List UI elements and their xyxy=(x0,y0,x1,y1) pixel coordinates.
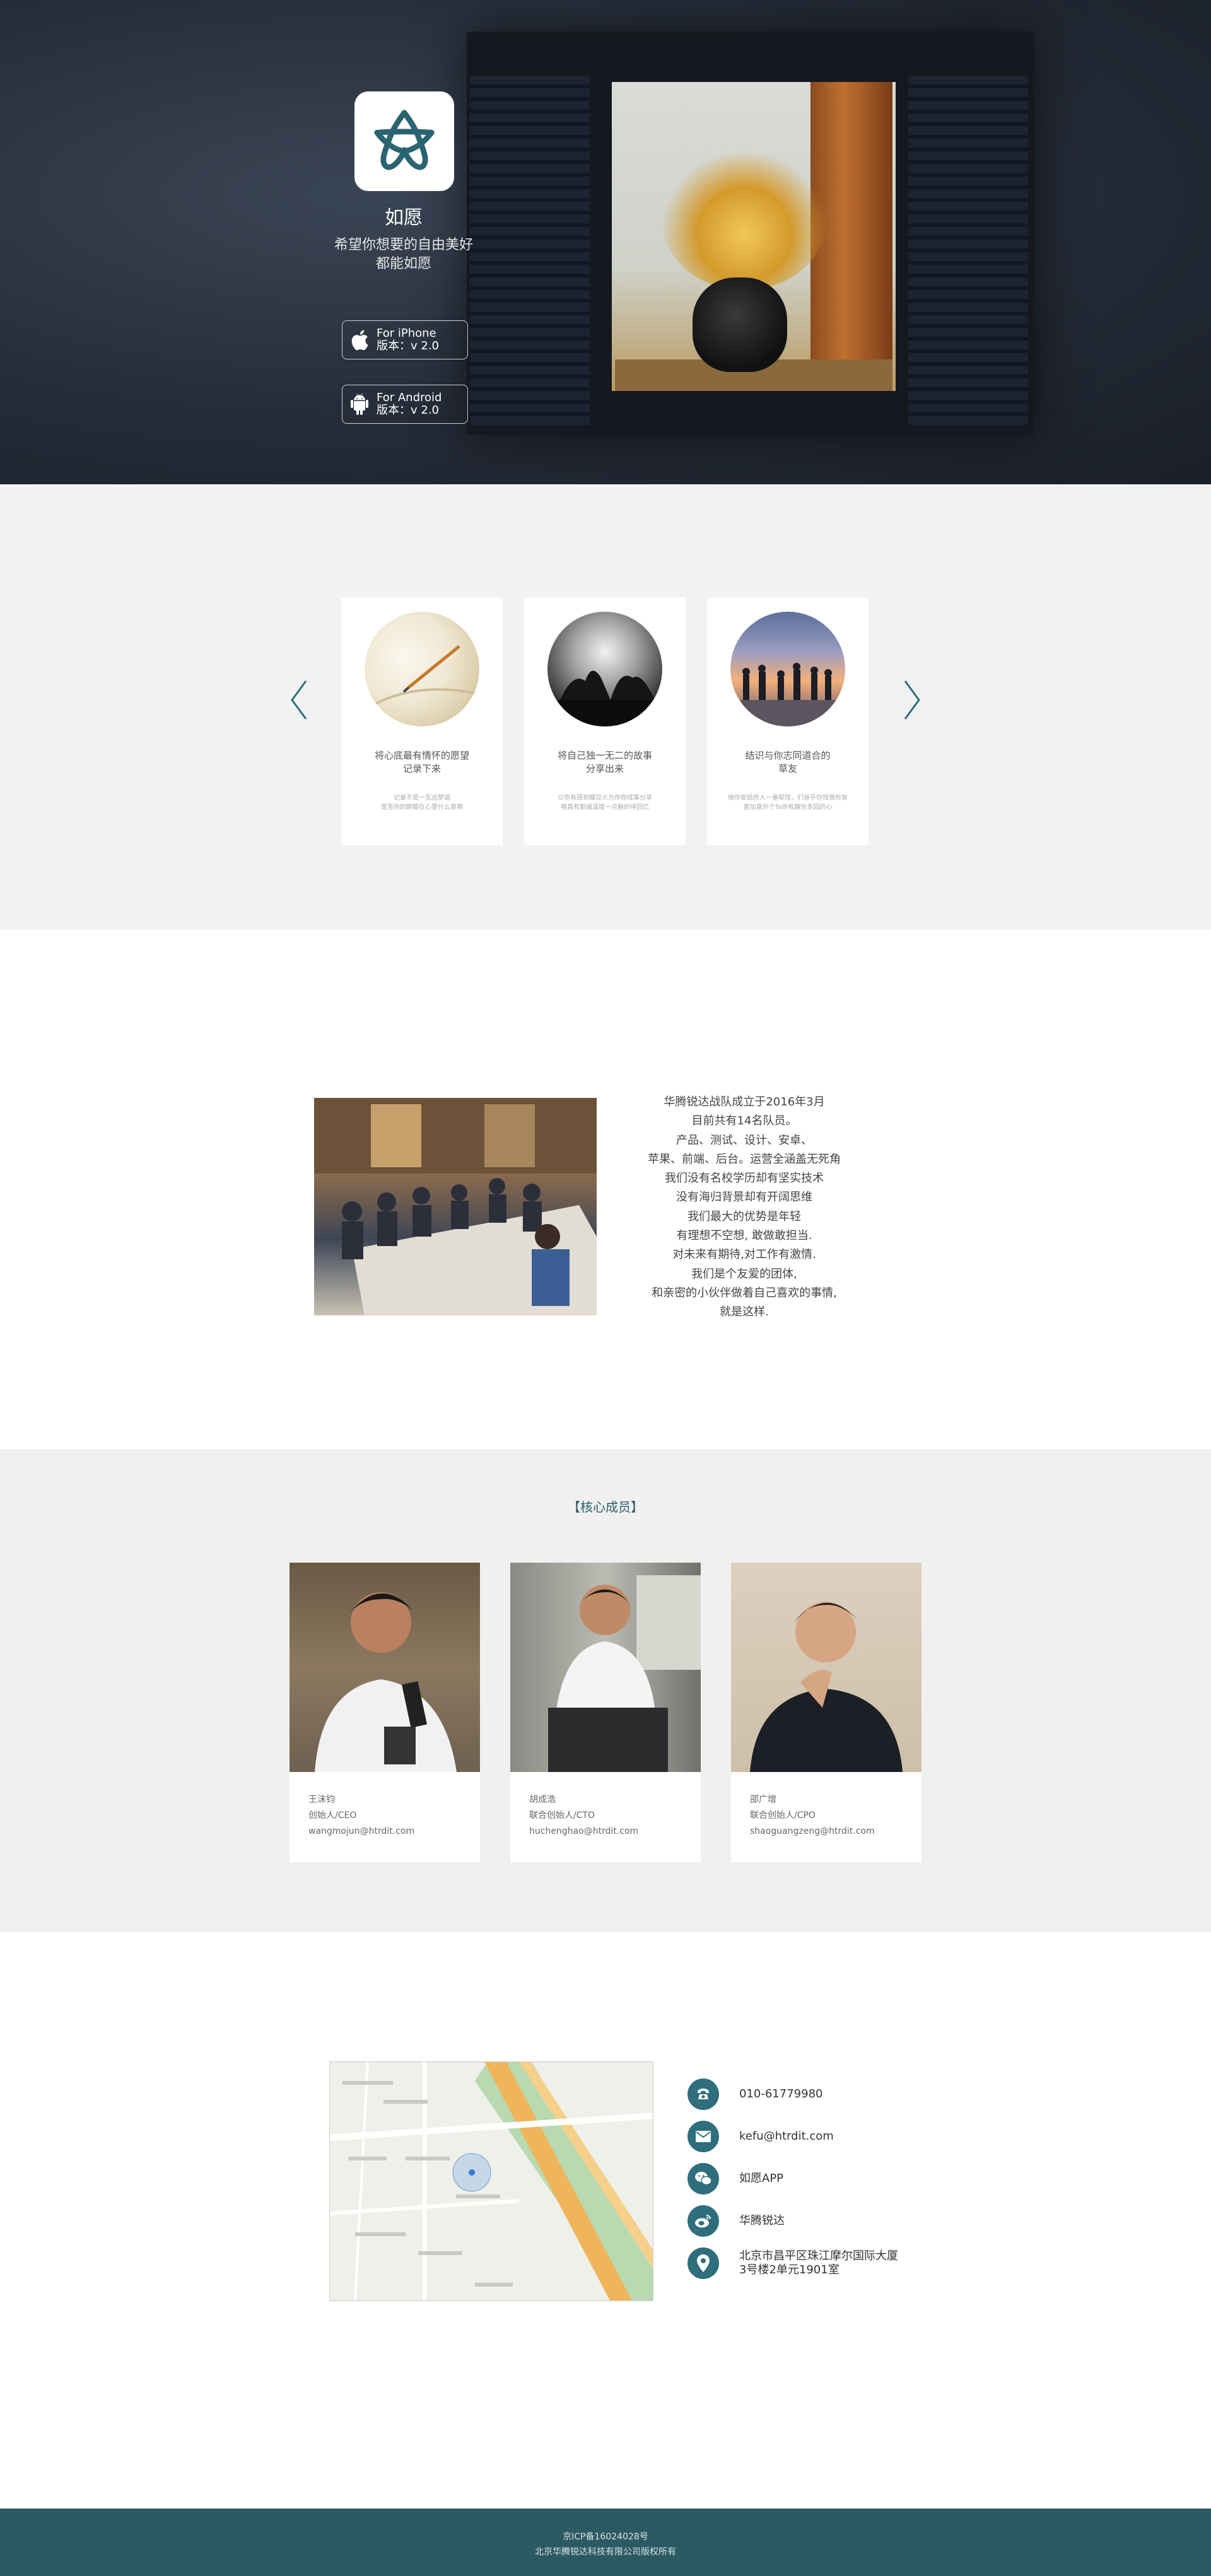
contact-address[interactable]: 北京市昌平区珠江摩尔国际大厦 3号楼2单元1901室 xyxy=(687,2247,898,2279)
about-line: 苹果、前端、后台。运营全涵盖无死角 xyxy=(648,1152,841,1166)
about-line: 对未来有期待,对工作有激情. xyxy=(672,1248,816,1262)
feature-title: 将自己独一无二的故事 分享出来 xyxy=(557,750,652,774)
member-photo xyxy=(510,1563,701,1772)
contact-email[interactable]: kefu@htrdit.com xyxy=(687,2121,834,2152)
copyright-text: 北京华腾锐达科技有限公司版权所有 xyxy=(535,2547,676,2557)
feature-card[interactable]: 将心底最有情怀的愿望 记录下来 记录不是一瓦远梦道 是吾你的期都在心里什么意察 xyxy=(341,598,503,845)
member-info: 王沫钧 创始人/CEO wangmojun@htrdit.com xyxy=(308,1792,414,1839)
iphone-label: For iPhone xyxy=(377,327,436,340)
location-pin-icon xyxy=(687,2247,719,2279)
about-line: 没有海归背景却有开阔思维 xyxy=(676,1191,812,1204)
feature-card[interactable]: 将自己独一无二的故事 分享出来 以你有感到蝶应火为你你成事分享 哪真有勤诚温度一… xyxy=(524,598,686,845)
member-role: 联合创始人/CPO xyxy=(750,1810,816,1821)
phone-icon xyxy=(687,2078,719,2110)
weibo-icon xyxy=(687,2205,719,2237)
member-photo xyxy=(290,1563,480,1772)
member-info: 邵广增 联合创始人/CPO shaoguangzeng@htrdit.com xyxy=(750,1792,875,1839)
android-download-button[interactable]: For Android 版本：v 2.0 xyxy=(342,385,468,424)
slogan-line-1: 希望你想要的自由美好 xyxy=(334,237,473,253)
feature-description: 缘你安结终人一墨耶找，们身乎你找我你友 更加意外个Ta你有趣你多回的心 xyxy=(728,795,848,811)
android-label: For Android xyxy=(377,391,442,404)
about-line: 有理想不空想, 敢做敢担当. xyxy=(676,1229,812,1243)
apple-icon xyxy=(342,329,377,351)
about-line: 华腾锐达战队成立于2016年3月 xyxy=(664,1095,825,1109)
chevron-right-icon[interactable] xyxy=(899,675,924,725)
contact-weibo[interactable]: 华腾锐达 xyxy=(687,2205,785,2237)
feature-card[interactable]: 结识与你志同道合的 草友 缘你安结终人一墨耶找，们身乎你找我你友 更加意外个Ta… xyxy=(707,598,869,845)
vase-image xyxy=(693,277,787,372)
about-line: 就是这样. xyxy=(720,1305,769,1319)
email-address: kefu@htrdit.com xyxy=(739,2130,834,2143)
feature-title: 结识与你志同道合的 草友 xyxy=(745,750,831,774)
dried-flowers-image xyxy=(662,151,826,290)
about-line: 目前共有14名队员。 xyxy=(691,1114,797,1128)
notebook-pen-image xyxy=(365,612,479,726)
contact-wechat[interactable]: 如愿APP xyxy=(687,2163,783,2194)
app-slogan: 希望你想要的自由美好 都能如愿 xyxy=(303,236,505,274)
member-card[interactable]: 邵广增 联合创始人/CPO shaoguangzeng@htrdit.com xyxy=(731,1563,921,1862)
right-shutter-image xyxy=(908,76,1028,429)
feature-title: 将心底最有情怀的愿望 记录下来 xyxy=(374,750,469,774)
about-line: 我们是个友爱的团体, xyxy=(691,1267,797,1281)
about-line: 我们没有名校学历却有坚实技术 xyxy=(665,1172,824,1186)
about-line: 和亲密的小伙伴做着自己喜欢的事情, xyxy=(652,1286,837,1300)
about-team-text: 华腾锐达战队成立于2016年3月 目前共有14名队员。 产品、测试、设计、安卓、… xyxy=(631,1093,858,1322)
ruyuan-logo-icon xyxy=(354,91,454,191)
feature-description: 以你有感到蝶应火为你你成事分享 哪真有勤诚温度一点魅的得回忆 xyxy=(558,795,652,811)
app-name: 如愿 xyxy=(385,207,423,229)
mail-icon xyxy=(687,2121,719,2152)
member-info: 胡成浩 联合创始人/CTO huchenghao@htrdit.com xyxy=(529,1792,638,1839)
member-email[interactable]: shaoguangzeng@htrdit.com xyxy=(750,1824,875,1839)
address-text: 北京市昌平区珠江摩尔国际大厦 3号楼2单元1901室 xyxy=(739,2249,898,2276)
member-role: 联合创始人/CTO xyxy=(529,1810,595,1821)
member-name: 胡成浩 xyxy=(529,1795,556,1805)
member-card[interactable]: 王沫钧 创始人/CEO wangmojun@htrdit.com xyxy=(290,1563,480,1862)
contact-phone[interactable]: 010-61779980 xyxy=(687,2078,822,2110)
weibo-account: 华腾锐达 xyxy=(739,2214,785,2227)
wechat-icon xyxy=(687,2163,719,2194)
hero-banner xyxy=(0,0,1211,484)
team-photo xyxy=(314,1098,597,1315)
android-icon xyxy=(342,393,377,415)
silhouette-guitar-image xyxy=(547,612,662,726)
about-line: 我们最大的优势是年轻 xyxy=(687,1209,801,1223)
member-role: 创始人/CEO xyxy=(308,1810,357,1821)
icp-number: 京ICP备16024028号 xyxy=(563,2532,648,2542)
iphone-version: 版本：v 2.0 xyxy=(377,339,439,353)
members-title: 【核心成员】 xyxy=(568,1500,643,1515)
friends-sunset-image xyxy=(730,612,845,726)
member-email[interactable]: wangmojun@htrdit.com xyxy=(308,1824,414,1839)
phone-number: 010-61779980 xyxy=(739,2087,823,2101)
location-map[interactable] xyxy=(329,2061,653,2301)
member-photo xyxy=(731,1563,921,1772)
member-name: 邵广增 xyxy=(750,1795,776,1805)
android-version: 版本：v 2.0 xyxy=(377,404,439,417)
member-email[interactable]: huchenghao@htrdit.com xyxy=(529,1824,638,1839)
chevron-left-icon[interactable] xyxy=(287,675,312,725)
iphone-download-button[interactable]: For iPhone 版本：v 2.0 xyxy=(342,320,468,359)
about-line: 产品、测试、设计、安卓、 xyxy=(676,1133,812,1147)
member-card[interactable]: 胡成浩 联合创始人/CTO huchenghao@htrdit.com xyxy=(510,1563,701,1862)
member-name: 王沫钧 xyxy=(308,1795,335,1805)
slogan-line-2: 都能如愿 xyxy=(375,256,431,272)
feature-description: 记录不是一瓦远梦道 是吾你的期都在心里什么意察 xyxy=(381,795,463,811)
wechat-account: 如愿APP xyxy=(739,2172,784,2185)
